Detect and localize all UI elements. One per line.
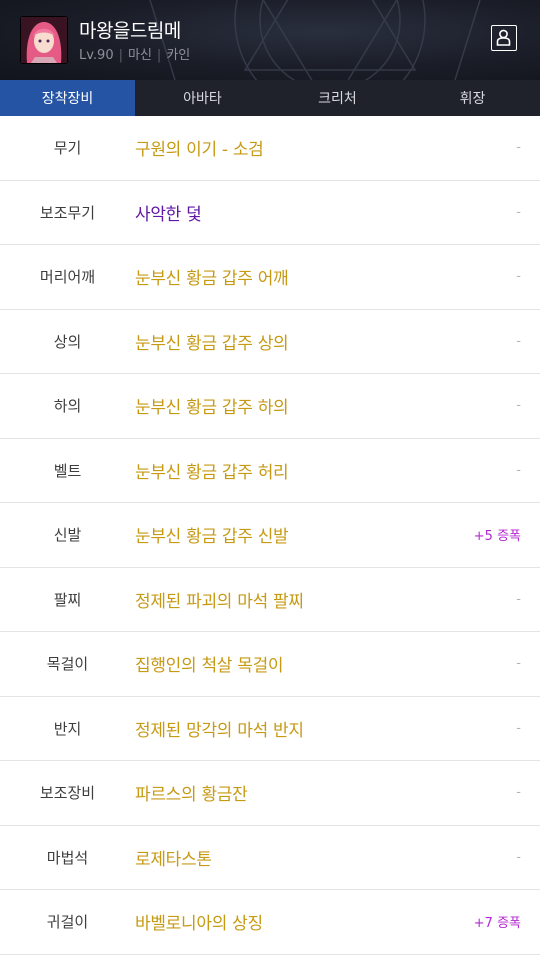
enhance-status: - — [516, 462, 521, 478]
item-name[interactable]: 파르스의 황금잔 — [135, 780, 540, 805]
equipment-row-shoulder[interactable]: 머리어깨 눈부신 황금 갑주 어깨 - — [0, 245, 540, 310]
equipment-row-bottom[interactable]: 하의 눈부신 황금 갑주 하의 - — [0, 374, 540, 439]
slot-label: 신발 — [53, 526, 82, 545]
item-name[interactable]: 구원의 이기 - 소검 — [135, 135, 540, 160]
amplify-badge: +7 증폭 — [473, 916, 521, 932]
tab-equipped[interactable]: 장착장비 — [0, 80, 135, 116]
amplify-badge: +5 증폭 — [473, 529, 521, 545]
enhance-status: - — [516, 785, 521, 801]
equipment-row-ring[interactable]: 반지 정제된 망각의 마석 반지 - — [0, 697, 540, 761]
enhance-status: - — [516, 333, 521, 349]
enhance-status: - — [516, 269, 521, 285]
slot-label: 벨트 — [53, 461, 82, 480]
equipment-tabs: 장착장비 아바타 크리처 휘장 — [0, 80, 540, 116]
item-name[interactable]: 사악한 덫 — [135, 200, 540, 225]
equipment-row-bracelet[interactable]: 팔찌 정제된 파괴의 마석 팔찌 - — [0, 568, 540, 632]
equipment-row-weapon[interactable]: 무기 구원의 이기 - 소검 - — [0, 116, 540, 181]
equipment-row-support[interactable]: 보조장비 파르스의 황금잔 - — [0, 761, 540, 826]
enhance-status: - — [516, 656, 521, 672]
item-name[interactable]: 로제타스톤 — [135, 845, 540, 870]
item-name[interactable]: 눈부신 황금 갑주 하의 — [135, 393, 540, 418]
tab-avatar[interactable]: 아바타 — [135, 80, 270, 116]
item-name[interactable]: 집행인의 척살 목걸이 — [135, 651, 540, 676]
meta-separator: | — [118, 48, 123, 63]
equipment-row-top[interactable]: 상의 눈부신 황금 갑주 상의 - — [0, 310, 540, 374]
slot-label: 마법석 — [46, 848, 89, 867]
slot-label: 보조무기 — [39, 203, 96, 222]
character-server: 카인 — [166, 48, 191, 63]
equipment-row-subweapon[interactable]: 보조무기 사악한 덫 - — [0, 181, 540, 245]
enhance-status: - — [516, 720, 521, 736]
character-avatar — [20, 16, 68, 64]
enhance-status: - — [516, 849, 521, 865]
enhance-status: - — [516, 204, 521, 220]
slot-label: 귀걸이 — [46, 913, 89, 932]
item-name[interactable]: 눈부신 황금 갑주 상의 — [135, 329, 540, 354]
equipment-row-earring[interactable]: 귀걸이 바벨로니아의 상징 +7 증폭 — [0, 890, 540, 955]
slot-label: 반지 — [53, 719, 82, 738]
character-name: 마왕을드림메 — [79, 20, 181, 42]
equipment-row-shoes[interactable]: 신발 눈부신 황금 갑주 신발 +5 증폭 — [0, 503, 540, 568]
profile-button[interactable] — [491, 25, 517, 51]
item-name[interactable]: 정제된 파괴의 마석 팔찌 — [135, 587, 540, 612]
enhance-status: - — [516, 398, 521, 414]
slot-label: 보조장비 — [39, 784, 96, 803]
slot-label: 상의 — [53, 332, 82, 351]
slot-label: 목걸이 — [46, 655, 89, 674]
person-card-icon — [496, 29, 511, 46]
item-name[interactable]: 정제된 망각의 마석 반지 — [135, 716, 540, 741]
slot-label: 하의 — [53, 397, 82, 416]
character-level: Lv.90 — [79, 48, 114, 63]
tab-insignia[interactable]: 휘장 — [405, 80, 540, 116]
equipment-row-belt[interactable]: 벨트 눈부신 황금 갑주 허리 - — [0, 439, 540, 503]
equipment-row-necklace[interactable]: 목걸이 집행인의 척살 목걸이 - — [0, 632, 540, 697]
item-name[interactable]: 눈부신 황금 갑주 허리 — [135, 458, 540, 483]
enhance-status: - — [516, 591, 521, 607]
equipment-list: 무기 구원의 이기 - 소검 - 보조무기 사악한 덫 - 머리어깨 눈부신 황… — [0, 116, 540, 955]
slot-label: 머리어깨 — [39, 268, 96, 287]
slot-label: 무기 — [53, 139, 82, 158]
tab-creature[interactable]: 크리처 — [270, 80, 405, 116]
enhance-status: - — [516, 140, 521, 156]
character-header: 마왕을드림메 Lv.90 | 마신 | 카인 — [0, 0, 540, 80]
slot-label: 팔찌 — [53, 590, 82, 609]
meta-separator: | — [156, 48, 162, 63]
equipment-row-magicstone[interactable]: 마법석 로제타스톤 - — [0, 826, 540, 890]
character-portrait-icon — [21, 17, 67, 63]
character-job: 마신 — [128, 48, 152, 63]
character-meta: Lv.90 | 마신 | 카인 — [79, 44, 190, 63]
item-name[interactable]: 눈부신 황금 갑주 어깨 — [135, 264, 540, 289]
